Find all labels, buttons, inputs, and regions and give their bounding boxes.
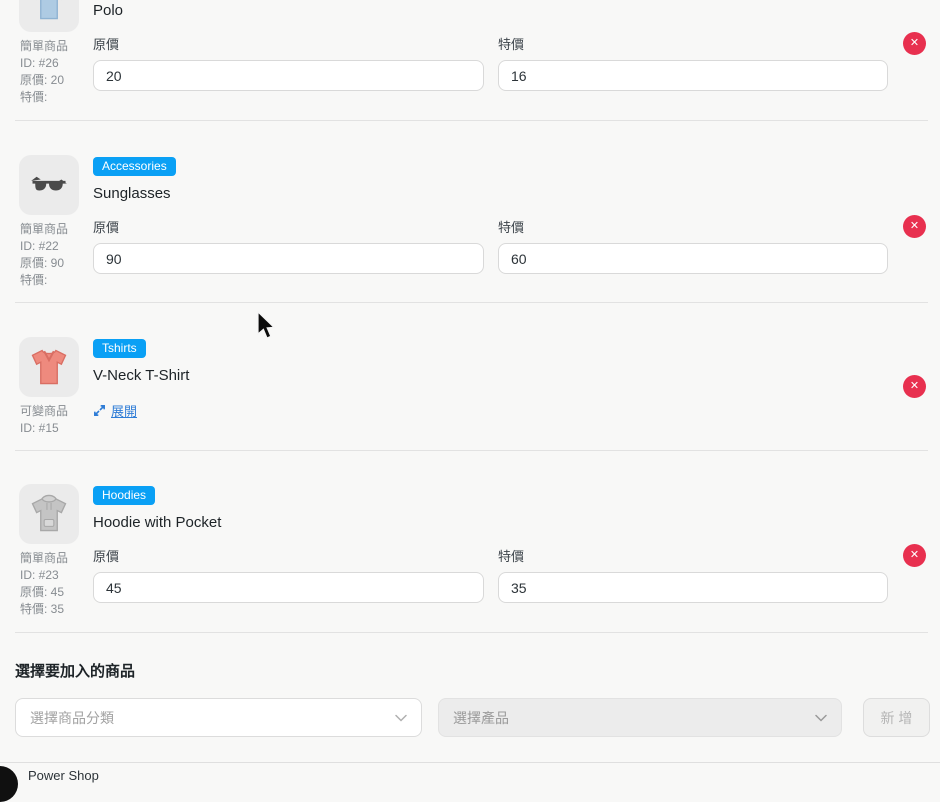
close-icon: ✕	[910, 544, 919, 567]
footer: Power Shop	[0, 762, 940, 788]
sale-price-label: 特價	[498, 34, 888, 53]
row-divider	[15, 632, 928, 633]
brand-logo-icon	[0, 766, 18, 802]
product-thumbnail	[19, 0, 79, 32]
row-divider	[15, 450, 928, 451]
product-type: 簡單商品	[20, 221, 100, 238]
product-row: 簡單商品 ID: #23 原價: 45 特價: 35 Hoodies Hoodi…	[12, 484, 928, 632]
product-title: Sunglasses	[93, 185, 171, 202]
remove-product-button[interactable]: ✕	[903, 544, 926, 567]
add-products-heading: 選擇要加入的商品	[15, 660, 135, 681]
product-type: 簡單商品	[20, 38, 100, 55]
product-row: 可變商品 ID: #15 Tshirts V-Neck T-Shirt 展開 ✕	[12, 337, 928, 450]
product-sale-meta: 特價:	[20, 89, 100, 106]
remove-product-button[interactable]: ✕	[903, 215, 926, 238]
product-id: ID: #23	[20, 567, 100, 584]
expand-link-label: 展開	[111, 401, 137, 420]
chevron-down-icon	[815, 714, 827, 722]
product-row: 簡單商品 ID: #26 原價: 20 特價: Polo 原價 特價 ✕	[12, 0, 928, 120]
product-sale-meta: 特價: 35	[20, 601, 100, 618]
product-regular-meta: 原價: 45	[20, 584, 100, 601]
regular-price-label: 原價	[93, 34, 484, 53]
product-thumbnail	[19, 337, 79, 397]
category-badge: Accessories	[93, 157, 176, 176]
row-divider	[15, 302, 928, 303]
regular-price-input[interactable]	[93, 243, 484, 274]
sale-price-label: 特價	[498, 217, 888, 236]
close-icon: ✕	[910, 215, 919, 238]
product-id: ID: #22	[20, 238, 100, 255]
product-type: 可變商品	[20, 403, 100, 420]
sale-price-input[interactable]	[498, 60, 888, 91]
sale-price-input[interactable]	[498, 243, 888, 274]
product-select[interactable]: 選擇產品	[438, 698, 842, 737]
product-title: Polo	[93, 2, 123, 19]
regular-price-input[interactable]	[93, 572, 484, 603]
vneck-tshirt-icon	[27, 345, 71, 389]
category-badge: Tshirts	[93, 339, 146, 358]
product-title: V-Neck T-Shirt	[93, 367, 189, 384]
product-select-placeholder: 選擇產品	[453, 708, 509, 728]
close-icon: ✕	[910, 375, 919, 398]
brand-name: Power Shop	[28, 768, 99, 783]
hoodie-icon	[27, 492, 71, 536]
regular-price-input[interactable]	[93, 60, 484, 91]
chevron-down-icon	[395, 714, 407, 722]
close-icon: ✕	[910, 32, 919, 55]
remove-product-button[interactable]: ✕	[903, 32, 926, 55]
product-thumbnail	[19, 484, 79, 544]
polo-shirt-icon	[27, 0, 71, 24]
sale-price-label: 特價	[498, 546, 888, 565]
regular-price-label: 原價	[93, 217, 484, 236]
add-product-button[interactable]: 新 增	[863, 698, 930, 737]
product-regular-meta: 原價: 90	[20, 255, 100, 272]
remove-product-button[interactable]: ✕	[903, 375, 926, 398]
category-select[interactable]: 選擇商品分類	[15, 698, 422, 737]
expand-variations-link[interactable]: 展開	[93, 401, 137, 420]
product-row: 簡單商品 ID: #22 原價: 90 特價: Accessories Sung…	[12, 155, 928, 302]
sunglasses-icon	[27, 163, 71, 207]
regular-price-label: 原價	[93, 546, 484, 565]
sale-price-input[interactable]	[498, 572, 888, 603]
product-title: Hoodie with Pocket	[93, 514, 221, 531]
category-select-placeholder: 選擇商品分類	[30, 708, 114, 728]
product-id: ID: #15	[20, 420, 100, 437]
product-type: 簡單商品	[20, 550, 100, 567]
category-badge: Hoodies	[93, 486, 155, 505]
product-thumbnail	[19, 155, 79, 215]
product-id: ID: #26	[20, 55, 100, 72]
product-sale-meta: 特價:	[20, 272, 100, 289]
row-divider	[15, 120, 928, 121]
product-regular-meta: 原價: 20	[20, 72, 100, 89]
expand-diagonal-icon	[93, 404, 106, 417]
